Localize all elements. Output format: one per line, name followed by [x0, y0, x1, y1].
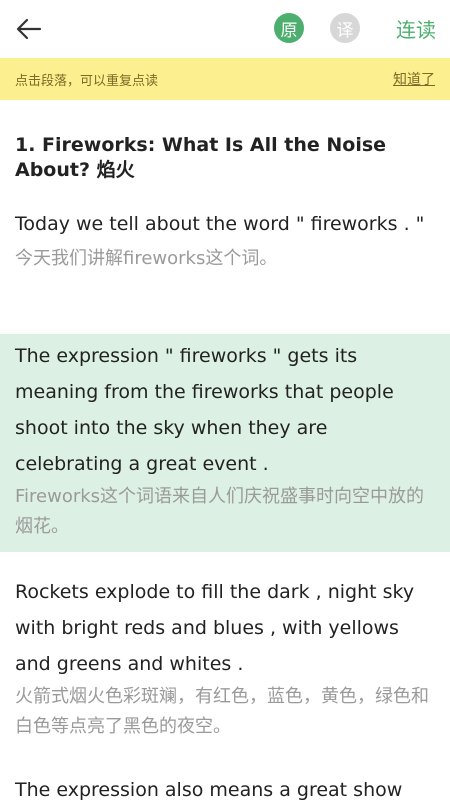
tip-banner: 点击段落，可以重复点读 知道了 [0, 58, 450, 100]
paragraph-chinese: 今天我们讲解fireworks这个词。 [15, 248, 278, 269]
continuous-read-button[interactable]: 连读 [396, 14, 436, 43]
paragraph-english: Rockets explode to fill the dark , night… [15, 581, 415, 675]
translation-button[interactable]: 译 [330, 13, 360, 43]
tip-text: 点击段落，可以重复点读 [15, 74, 159, 89]
paragraph-1[interactable]: Today we tell about the word " fireworks… [0, 206, 450, 274]
paragraph-4[interactable]: The expression also means a great show [0, 772, 450, 808]
article-title: 1. Fireworks: What Is All the Noise Abou… [15, 134, 387, 181]
back-button[interactable] [12, 13, 46, 45]
paragraph-english: The expression " fireworks " gets its me… [15, 345, 394, 475]
paragraph-3[interactable]: Rockets explode to fill the dark , night… [0, 574, 450, 742]
paragraph-chinese: Fireworks这个词语来自人们庆祝盛事时向空中放的烟花。 [15, 486, 425, 537]
paragraph-english: The expression also means a great show [15, 779, 403, 801]
top-bar: 原 译 连读 [0, 0, 450, 58]
paragraph-chinese: 火箭式烟火色彩斑斓，有红色，蓝色，黄色，绿色和白色等点亮了黑色的夜空。 [15, 686, 429, 737]
dismiss-tip-link[interactable]: 知道了 [393, 69, 435, 89]
paragraph-english: Today we tell about the word " fireworks… [15, 213, 425, 235]
paragraph-2-active[interactable]: The expression " fireworks " gets its me… [0, 334, 450, 552]
original-text-button[interactable]: 原 [274, 13, 304, 43]
arrow-left-icon [16, 18, 42, 40]
